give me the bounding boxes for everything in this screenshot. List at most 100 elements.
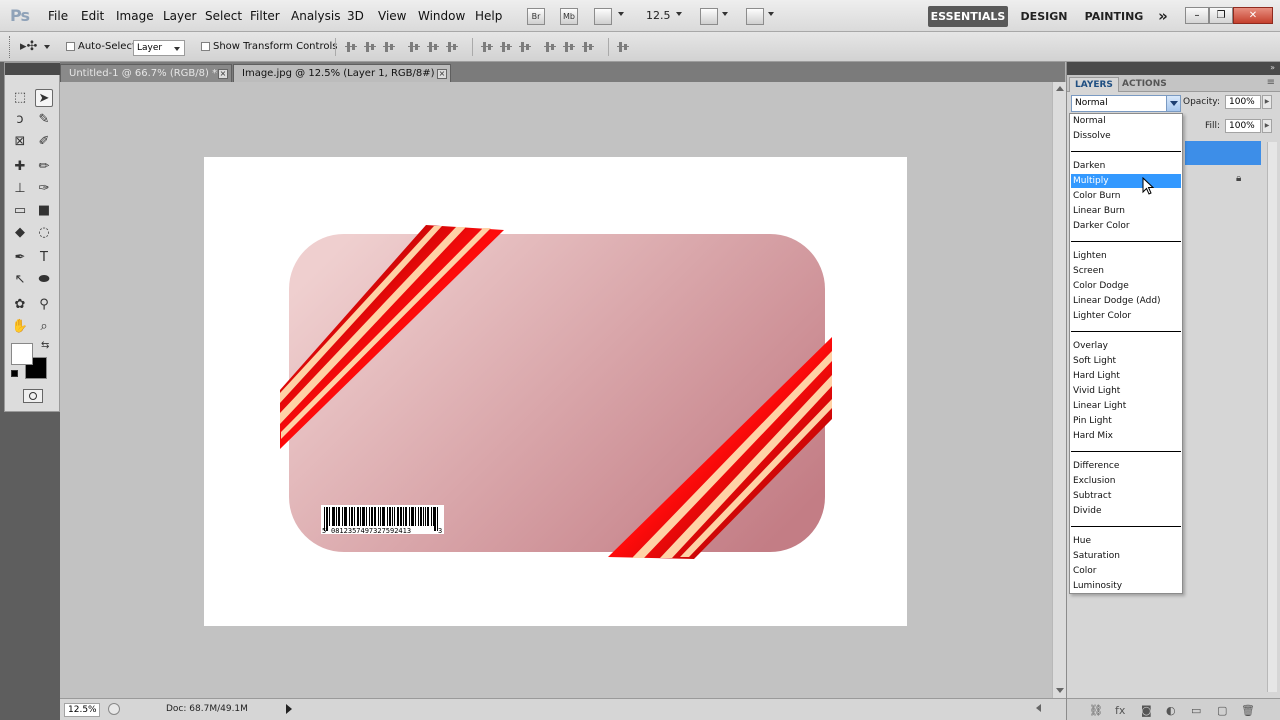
distribute-hcenter-icon[interactable] — [563, 41, 575, 53]
menu-window[interactable]: Window — [418, 9, 465, 23]
chevron-down-icon[interactable] — [676, 12, 682, 16]
zoom-icon[interactable]: ⌕ — [35, 318, 53, 336]
distribute-left-icon[interactable] — [544, 41, 556, 53]
fill-slider-icon[interactable]: ▶ — [1262, 119, 1272, 133]
blend-option-linear-burn[interactable]: Linear Burn — [1071, 204, 1181, 218]
blend-option-subtract[interactable]: Subtract — [1071, 489, 1181, 503]
foreground-color-swatch[interactable] — [11, 343, 33, 365]
hand-icon[interactable]: ✋ — [11, 318, 29, 336]
view-extras-icon[interactable] — [594, 8, 612, 25]
expand-icon[interactable]: » — [1270, 63, 1275, 72]
brush-icon[interactable]: ✏ — [35, 158, 53, 176]
mask-icon[interactable]: ◙ — [1141, 704, 1152, 717]
blend-mode-select[interactable]: Normal — [1071, 95, 1181, 112]
menu-image[interactable]: Image — [116, 9, 154, 23]
fill-input[interactable]: 100% — [1225, 119, 1261, 133]
distribute-vcenter-icon[interactable] — [500, 41, 512, 53]
chevron-down-icon[interactable] — [1166, 96, 1180, 111]
distribute-top-icon[interactable] — [481, 41, 493, 53]
dodge-icon[interactable]: ◌ — [35, 224, 53, 242]
menu-3d[interactable]: 3D — [347, 9, 364, 23]
menu-layer[interactable]: Layer — [163, 9, 196, 23]
menu-help[interactable]: Help — [475, 9, 502, 23]
link-layers-icon[interactable]: ⛓ — [1089, 704, 1103, 717]
bridge-button[interactable]: Br — [527, 8, 545, 25]
screen-mode-icon[interactable] — [746, 8, 764, 25]
eraser-icon[interactable]: ▭ — [11, 202, 29, 220]
close-icon[interactable]: × — [218, 69, 228, 79]
workspace-design[interactable]: DESIGN — [1014, 6, 1074, 27]
path-selection-icon[interactable]: ↖ — [11, 271, 29, 289]
document-canvas[interactable]: 5 0812357497327592413 3 — [204, 157, 907, 626]
scroll-up-icon[interactable] — [1056, 86, 1064, 91]
blend-option-overlay[interactable]: Overlay — [1071, 339, 1181, 353]
menu-view[interactable]: View — [378, 9, 406, 23]
quick-mask-icon[interactable] — [23, 389, 43, 403]
layers-scrollbar[interactable] — [1267, 142, 1277, 692]
menu-analysis[interactable]: Analysis — [291, 9, 340, 23]
fx-icon[interactable]: fx — [1115, 704, 1125, 717]
blend-option-darker-color[interactable]: Darker Color — [1071, 219, 1181, 233]
layer-row-selected[interactable] — [1185, 141, 1261, 165]
swap-colors-icon[interactable]: ⇆ — [41, 340, 49, 351]
chevron-down-icon[interactable] — [44, 45, 50, 49]
workspace-painting[interactable]: PAINTING — [1080, 6, 1148, 27]
restore-button[interactable]: ❐ — [1209, 7, 1233, 24]
3d-orbit-icon[interactable]: ⚲ — [35, 296, 53, 314]
clone-stamp-icon[interactable]: ⊥ — [11, 180, 29, 198]
quick-selection-icon[interactable]: ✎ — [35, 111, 53, 129]
align-bottom-icon[interactable] — [383, 41, 395, 53]
align-left-icon[interactable] — [408, 41, 420, 53]
align-vcenter-icon[interactable] — [364, 41, 376, 53]
marquee-icon[interactable]: ⬚ — [11, 89, 29, 107]
status-info-icon[interactable] — [108, 703, 120, 715]
blend-option-soft-light[interactable]: Soft Light — [1071, 354, 1181, 368]
tab-image-jpg[interactable]: Image.jpg @ 12.5% (Layer 1, RGB/8#) * × — [233, 64, 451, 82]
blend-option-darken[interactable]: Darken — [1071, 159, 1181, 173]
blend-option-dissolve[interactable]: Dissolve — [1071, 129, 1181, 143]
vertical-scrollbar[interactable] — [1052, 82, 1066, 698]
zoom-level-field[interactable]: 12.5 — [646, 9, 671, 22]
blend-option-divide[interactable]: Divide — [1071, 504, 1181, 518]
blend-option-saturation[interactable]: Saturation — [1071, 549, 1181, 563]
minimize-button[interactable]: – — [1185, 7, 1209, 24]
blend-option-multiply[interactable]: Multiply — [1071, 174, 1181, 188]
history-brush-icon[interactable]: ✑ — [35, 180, 53, 198]
blend-option-linear-dodge-add[interactable]: Linear Dodge (Add) — [1071, 294, 1181, 308]
default-colors-icon[interactable] — [11, 370, 18, 377]
menu-edit[interactable]: Edit — [81, 9, 104, 23]
auto-align-icon[interactable] — [617, 41, 629, 53]
menu-file[interactable]: File — [48, 9, 68, 23]
menu-filter[interactable]: Filter — [250, 9, 280, 23]
menu-select[interactable]: Select — [205, 9, 242, 23]
move-icon[interactable]: ➤ — [35, 89, 53, 107]
align-hcenter-icon[interactable] — [427, 41, 439, 53]
blend-option-exclusion[interactable]: Exclusion — [1071, 474, 1181, 488]
distribute-right-icon[interactable] — [582, 41, 594, 53]
chevron-down-icon[interactable] — [618, 12, 624, 16]
blend-option-screen[interactable]: Screen — [1071, 264, 1181, 278]
scroll-left-icon[interactable] — [1036, 704, 1041, 712]
tab-untitled-1[interactable]: Untitled-1 @ 66.7% (RGB/8) * × — [60, 64, 232, 82]
blend-option-lighter-color[interactable]: Lighter Color — [1071, 309, 1181, 323]
opacity-input[interactable]: 100% — [1225, 95, 1261, 109]
group-icon[interactable]: ▭ — [1191, 704, 1201, 717]
new-layer-icon[interactable]: ▢ — [1217, 704, 1227, 717]
tab-actions[interactable]: ACTIONS — [1117, 77, 1172, 91]
blend-option-hard-mix[interactable]: Hard Mix — [1071, 429, 1181, 443]
more-workspaces-icon[interactable]: » — [1152, 6, 1174, 27]
lasso-icon[interactable]: ↄ — [11, 111, 29, 129]
align-right-icon[interactable] — [446, 41, 458, 53]
ellipse-icon[interactable]: ⬬ — [35, 271, 53, 289]
blend-option-color-burn[interactable]: Color Burn — [1071, 189, 1181, 203]
blend-option-hard-light[interactable]: Hard Light — [1071, 369, 1181, 383]
blend-option-lighten[interactable]: Lighten — [1071, 249, 1181, 263]
blend-option-luminosity[interactable]: Luminosity — [1071, 579, 1181, 593]
opacity-slider-icon[interactable]: ▶ — [1262, 95, 1272, 109]
blend-option-vivid-light[interactable]: Vivid Light — [1071, 384, 1181, 398]
blur-icon[interactable]: ◆ — [11, 224, 29, 242]
blend-option-difference[interactable]: Difference — [1071, 459, 1181, 473]
blend-option-pin-light[interactable]: Pin Light — [1071, 414, 1181, 428]
chevron-down-icon[interactable] — [768, 12, 774, 16]
3d-rotate-icon[interactable]: ✿ — [11, 296, 29, 314]
